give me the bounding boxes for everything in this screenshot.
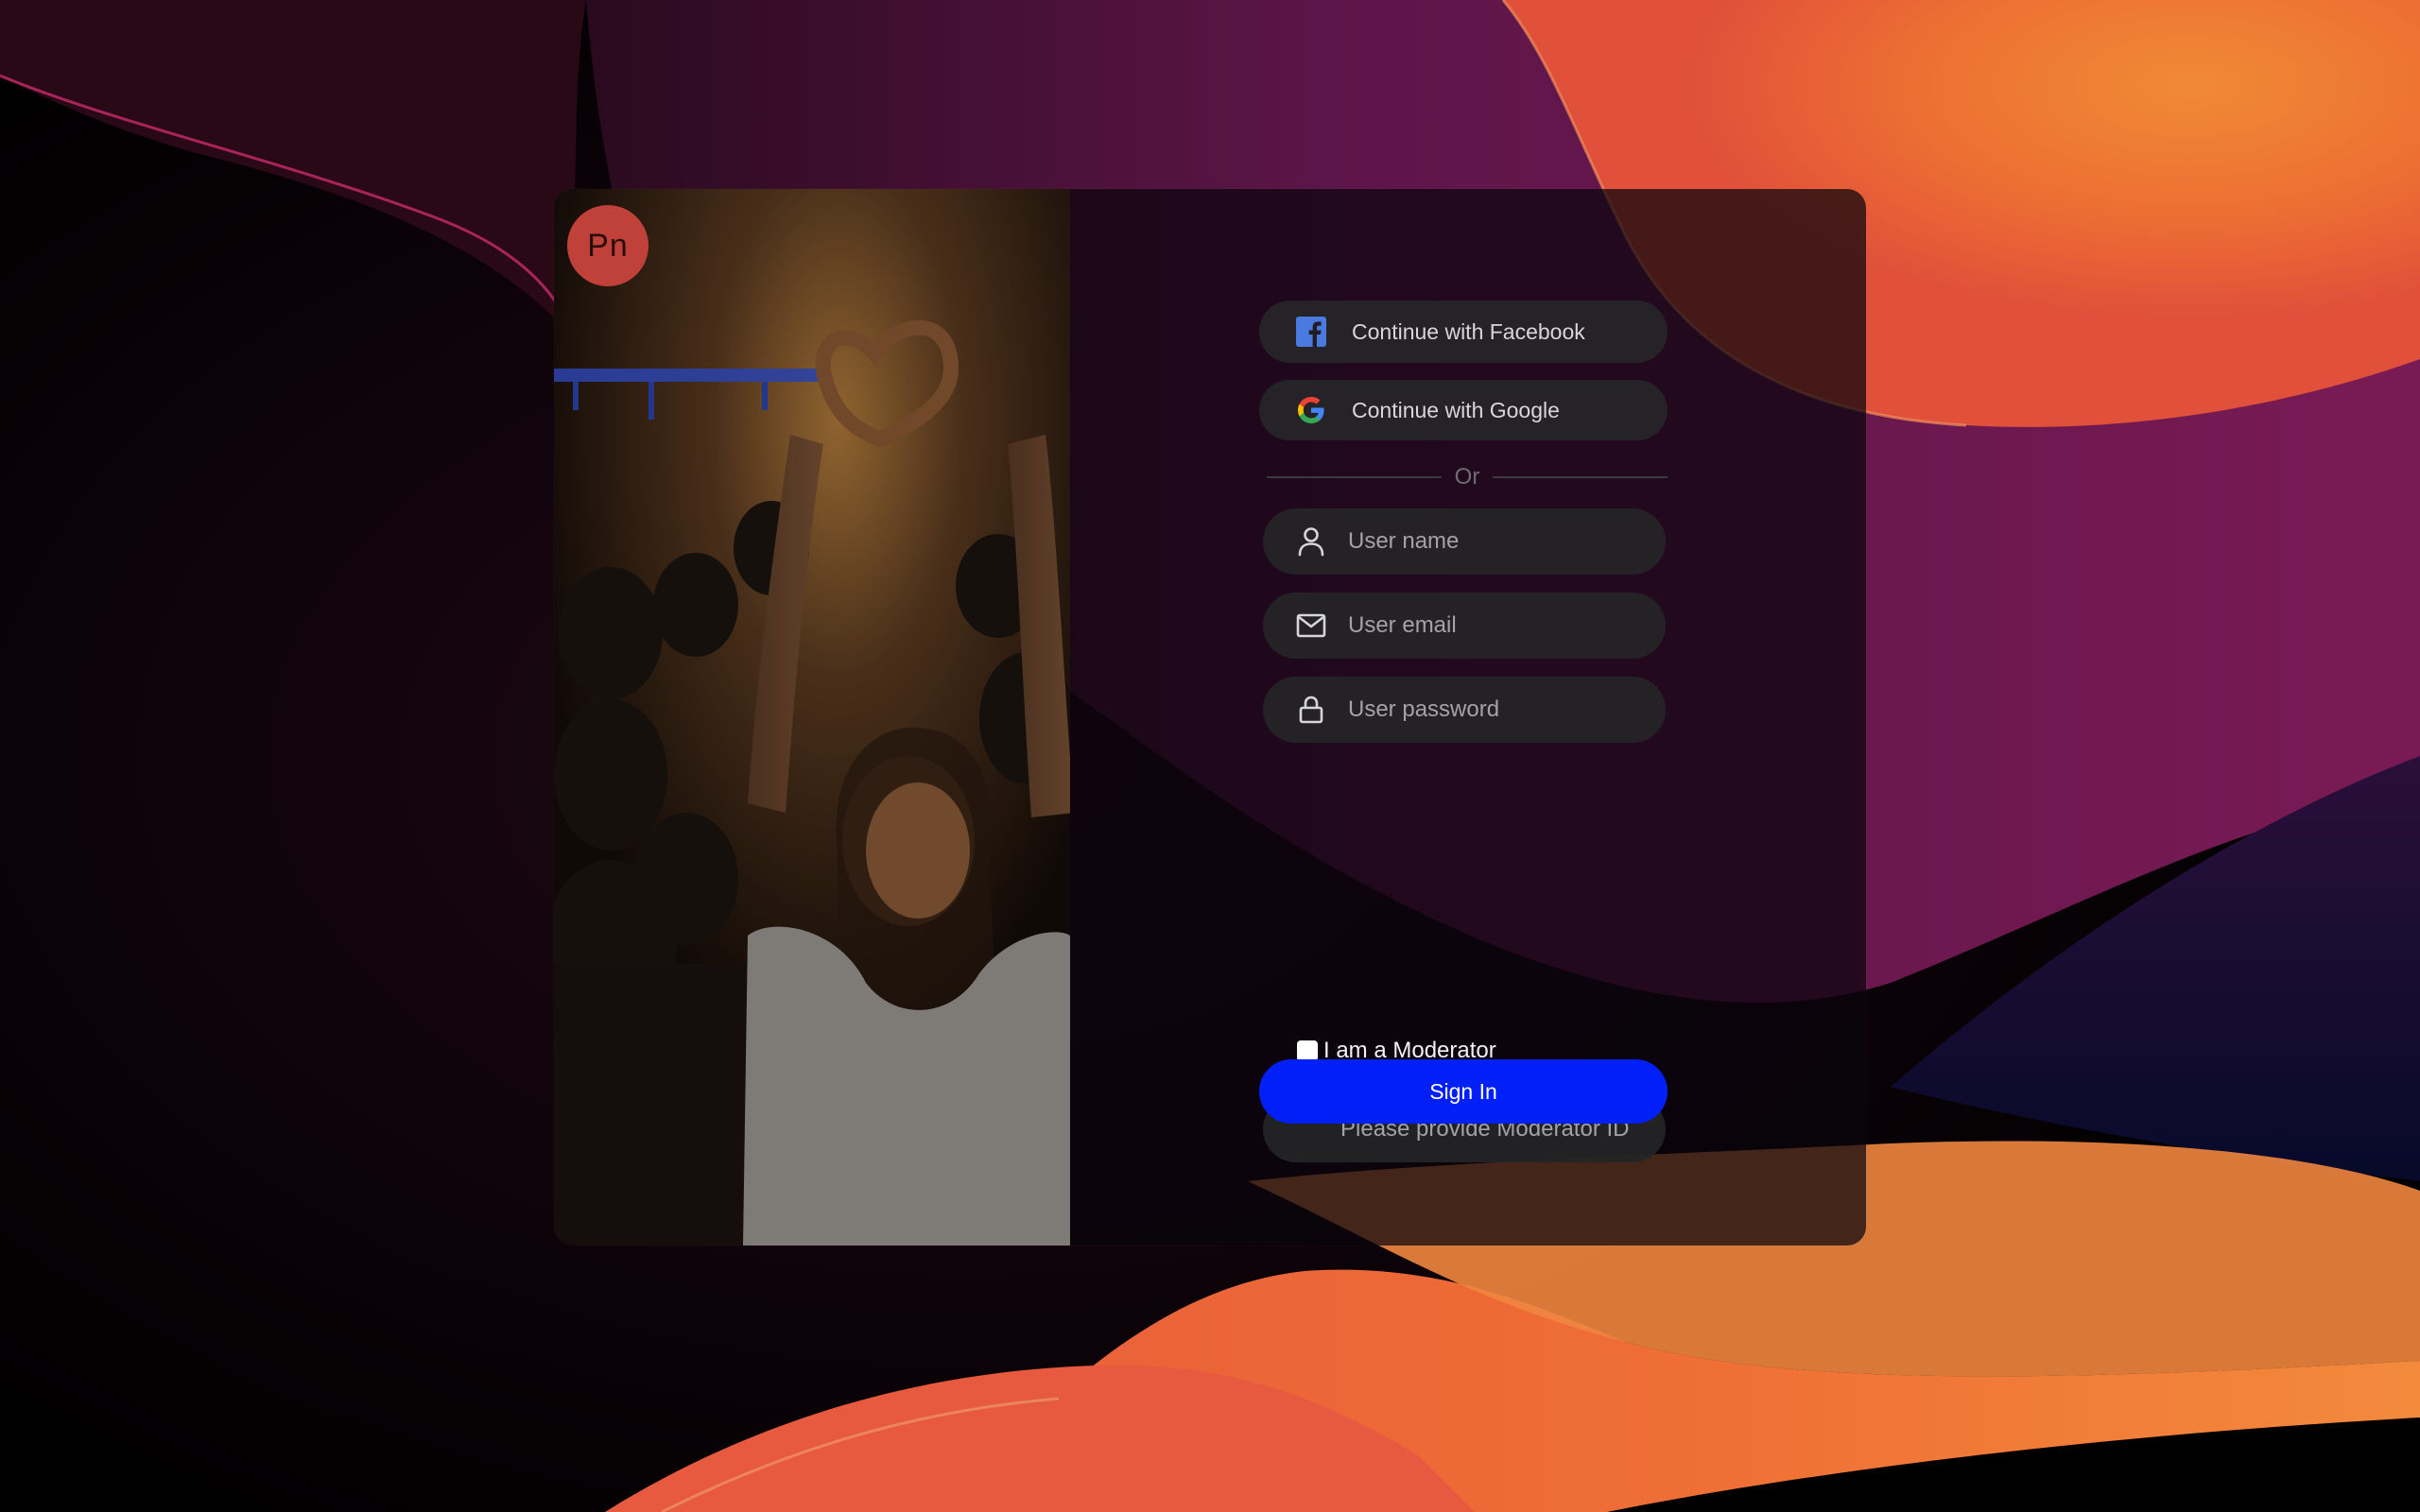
moderator-checkbox[interactable] (1297, 1040, 1318, 1061)
password-input[interactable] (1346, 696, 1662, 724)
lock-icon (1295, 694, 1327, 726)
mail-icon (1295, 610, 1327, 642)
or-divider: Or (1267, 461, 1668, 493)
app-logo: Pn (567, 205, 648, 286)
email-input[interactable] (1346, 611, 1662, 640)
facebook-icon (1295, 316, 1327, 348)
email-field[interactable] (1263, 593, 1666, 659)
sign-in-button[interactable]: Sign In (1259, 1059, 1668, 1124)
login-screen: Pn Continue with Facebook Continue with … (0, 0, 2420, 1512)
user-icon (1295, 525, 1327, 558)
password-field[interactable] (1263, 677, 1666, 743)
divider-text: Or (1454, 464, 1480, 490)
hero-photo: Pn (554, 189, 1070, 1246)
google-login-button[interactable]: Continue with Google (1259, 380, 1668, 440)
facebook-login-label: Continue with Facebook (1352, 318, 1585, 344)
divider-line-left (1267, 476, 1442, 478)
username-field[interactable] (1263, 508, 1666, 575)
google-login-label: Continue with Google (1352, 397, 1560, 422)
username-input[interactable] (1346, 527, 1662, 556)
concert-photo (554, 189, 1070, 1246)
google-icon (1295, 394, 1327, 426)
divider-line-right (1493, 476, 1668, 478)
facebook-login-button[interactable]: Continue with Facebook (1259, 301, 1668, 363)
login-card: Pn Continue with Facebook Continue with … (554, 189, 1866, 1246)
